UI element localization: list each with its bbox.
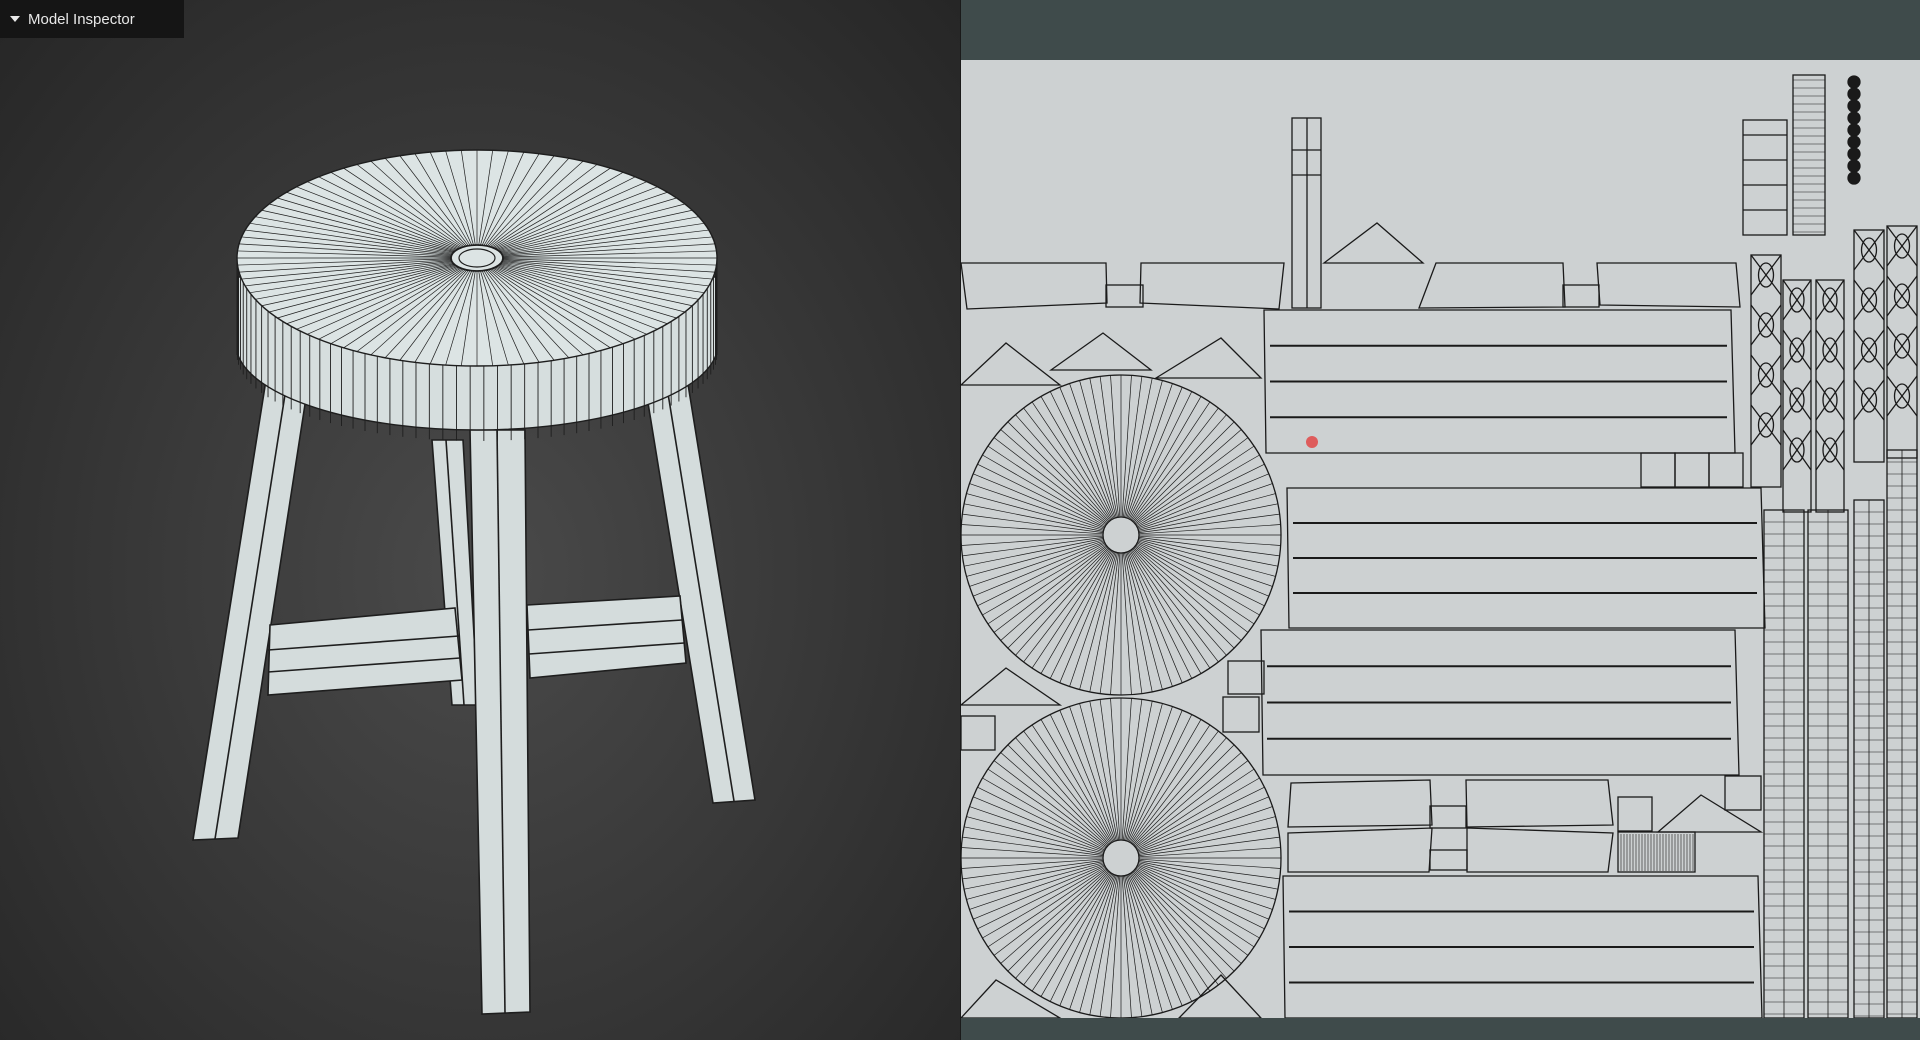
- uv-seat-strip-top-far: [1596, 262, 1741, 308]
- uv-strip-islands: [1260, 309, 1766, 1018]
- uv-triangle: [1322, 222, 1425, 264]
- uv-patch: [1640, 452, 1676, 488]
- uv-triangle: [961, 342, 1062, 386]
- uv-cursor-dot: [1306, 436, 1318, 448]
- uv-triangle: [1048, 332, 1153, 371]
- uv-patch: [1105, 284, 1144, 308]
- uv-patch: [1222, 696, 1260, 733]
- uv-patch: [1708, 452, 1744, 488]
- uv-triangle: [1656, 794, 1764, 833]
- uv-triangle: [1153, 337, 1263, 379]
- uv-seat-strip-top-mid: [1139, 262, 1285, 310]
- uv-rail-strip: [1466, 827, 1614, 873]
- uv-tiny-islands: [1742, 74, 1861, 236]
- stool-wireframe-model[interactable]: [0, 0, 960, 1040]
- uv-canvas[interactable]: [961, 60, 1920, 1018]
- uv-hatch-block: [1617, 831, 1696, 873]
- left-rail: [267, 607, 463, 696]
- model-inspector-toggle[interactable]: Model Inspector: [0, 0, 184, 38]
- uv-patch: [1674, 452, 1710, 488]
- uv-rail-strip: [1287, 827, 1433, 873]
- uv-triangle: [961, 667, 1063, 706]
- stool-seat: [236, 149, 718, 441]
- uv-seat-strip-top-right: [1418, 262, 1566, 309]
- right-rail: [526, 595, 687, 679]
- uv-rail-strip: [1465, 779, 1614, 828]
- stool-legs: [192, 371, 756, 1015]
- uv-patch: [1562, 284, 1600, 308]
- 3d-viewport[interactable]: [0, 0, 960, 1040]
- model-inspector-label: Model Inspector: [28, 10, 135, 28]
- uv-triangle: [1178, 974, 1262, 1018]
- uv-rail-strip: [1287, 779, 1433, 828]
- front-leg: [469, 429, 531, 1015]
- uv-editor-panel: [961, 0, 1920, 1040]
- uv-patch: [961, 715, 996, 751]
- uv-seat-strip-top-left: [961, 262, 1108, 310]
- uv-patch: [1227, 660, 1265, 695]
- uv-leg-columns: [1750, 225, 1918, 1018]
- caret-down-icon: [10, 16, 20, 22]
- uv-layout[interactable]: [961, 60, 1920, 1018]
- uv-patch: [1617, 796, 1653, 832]
- uv-patch: [1724, 775, 1762, 811]
